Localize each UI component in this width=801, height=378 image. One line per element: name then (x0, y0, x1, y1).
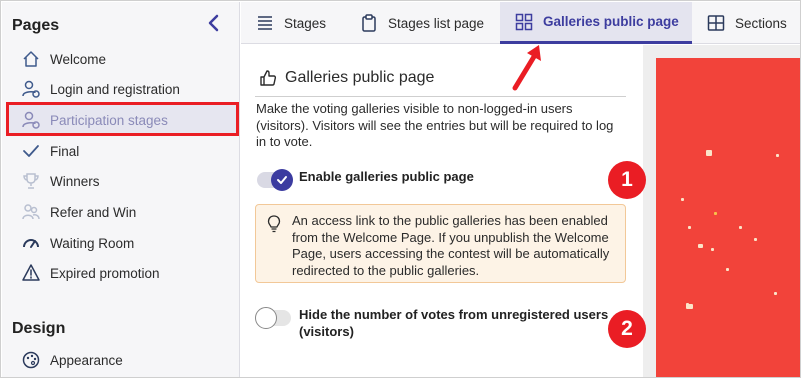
thumbs-up-icon (259, 69, 277, 87)
confetti-dot (739, 226, 742, 229)
gauge-icon (20, 232, 42, 254)
sidebar: Pages Welcome Login and registration Par… (2, 2, 240, 377)
confetti-dot (706, 150, 712, 156)
sidebar-item-label: Expired promotion (50, 265, 160, 281)
tab-label: Sections (735, 15, 787, 31)
enable-galleries-label: Enable galleries public page (299, 169, 474, 184)
confetti-dot (681, 198, 684, 201)
tab-stages[interactable]: Stages (255, 2, 355, 44)
confetti-dot (711, 248, 714, 251)
lightbulb-icon (266, 215, 282, 233)
check-icon (20, 140, 42, 162)
sidebar-heading-design: Design (12, 320, 66, 337)
annotation-arrow (512, 45, 541, 91)
home-icon (20, 48, 42, 70)
tab-label: Galleries public page (543, 14, 679, 29)
sidebar-item-login-registration[interactable]: Login and registration (8, 74, 238, 104)
sidebar-item-winners[interactable]: Winners (8, 166, 238, 196)
info-notice: An access link to the public galleries h… (255, 204, 626, 283)
sidebar-item-welcome[interactable]: Welcome (8, 44, 238, 74)
sidebar-item-final[interactable]: Final (8, 136, 238, 166)
hide-votes-toggle[interactable] (255, 307, 291, 329)
confetti-dot (754, 238, 757, 241)
confetti-dot (776, 154, 779, 157)
users-icon (20, 201, 42, 223)
settings-panel: Galleries public page Make the voting ga… (241, 45, 643, 377)
sidebar-item-waiting-room[interactable]: Waiting Room (8, 228, 238, 258)
tab-stages-list-page[interactable]: Stages list page (359, 2, 499, 44)
check-icon (271, 169, 293, 191)
annotation-badge-2: 2 (608, 310, 646, 348)
tab-galleries-public-page[interactable]: Galleries public page (500, 2, 692, 44)
layout-icon (706, 13, 726, 33)
sidebar-item-label: Winners (50, 173, 100, 189)
tab-label: Stages list page (388, 15, 485, 31)
confetti-dot (714, 212, 717, 215)
app-window: Pages Welcome Login and registration Par… (0, 0, 801, 378)
sidebar-item-appearance[interactable]: Appearance (8, 345, 238, 375)
tab-bar: Stages Stages list page Galleries public… (241, 2, 800, 44)
trophy-icon (20, 170, 42, 192)
list-icon (255, 13, 275, 33)
palette-icon (20, 349, 42, 371)
section-description: Make the voting galleries visible to non… (256, 101, 614, 149)
clipboard-icon (359, 13, 379, 33)
sidebar-item-label: Refer and Win (50, 204, 137, 220)
confetti-dot (774, 292, 777, 295)
sidebar-item-expired-promotion[interactable]: Expired promotion (8, 258, 238, 288)
page-preview (656, 58, 800, 377)
sidebar-item-refer-and-win[interactable]: Refer and Win (8, 197, 238, 227)
confetti-dot (698, 244, 703, 248)
confetti-dot (686, 304, 693, 309)
section-title: Galleries public page (259, 69, 434, 87)
sidebar-item-label: Login and registration (50, 81, 180, 97)
sidebar-item-label: Appearance (50, 352, 123, 368)
toggle-knob (255, 307, 277, 329)
sidebar-item-label: Final (50, 143, 80, 159)
section-title-text: Galleries public page (285, 69, 435, 86)
chevron-left-icon[interactable] (205, 13, 223, 33)
tab-label: Stages (284, 15, 327, 31)
sidebar-item-label: Waiting Room (50, 235, 135, 251)
sidebar-item-label: Welcome (50, 51, 107, 67)
enable-galleries-toggle[interactable] (257, 169, 293, 191)
hide-votes-label: Hide the number of votes from unregister… (299, 307, 609, 339)
confetti-dot (688, 226, 691, 229)
grid-icon (514, 12, 534, 32)
annotation-highlight-box (6, 102, 239, 136)
annotation-badge-1: 1 (608, 161, 646, 199)
warning-icon (20, 262, 42, 284)
divider (255, 96, 626, 97)
sidebar-heading-pages: Pages (12, 17, 60, 34)
user-cog-icon (20, 78, 42, 100)
tab-sections[interactable]: Sections (706, 2, 800, 44)
confetti-dot (726, 268, 729, 271)
notice-text: An access link to the public galleries h… (292, 213, 610, 278)
